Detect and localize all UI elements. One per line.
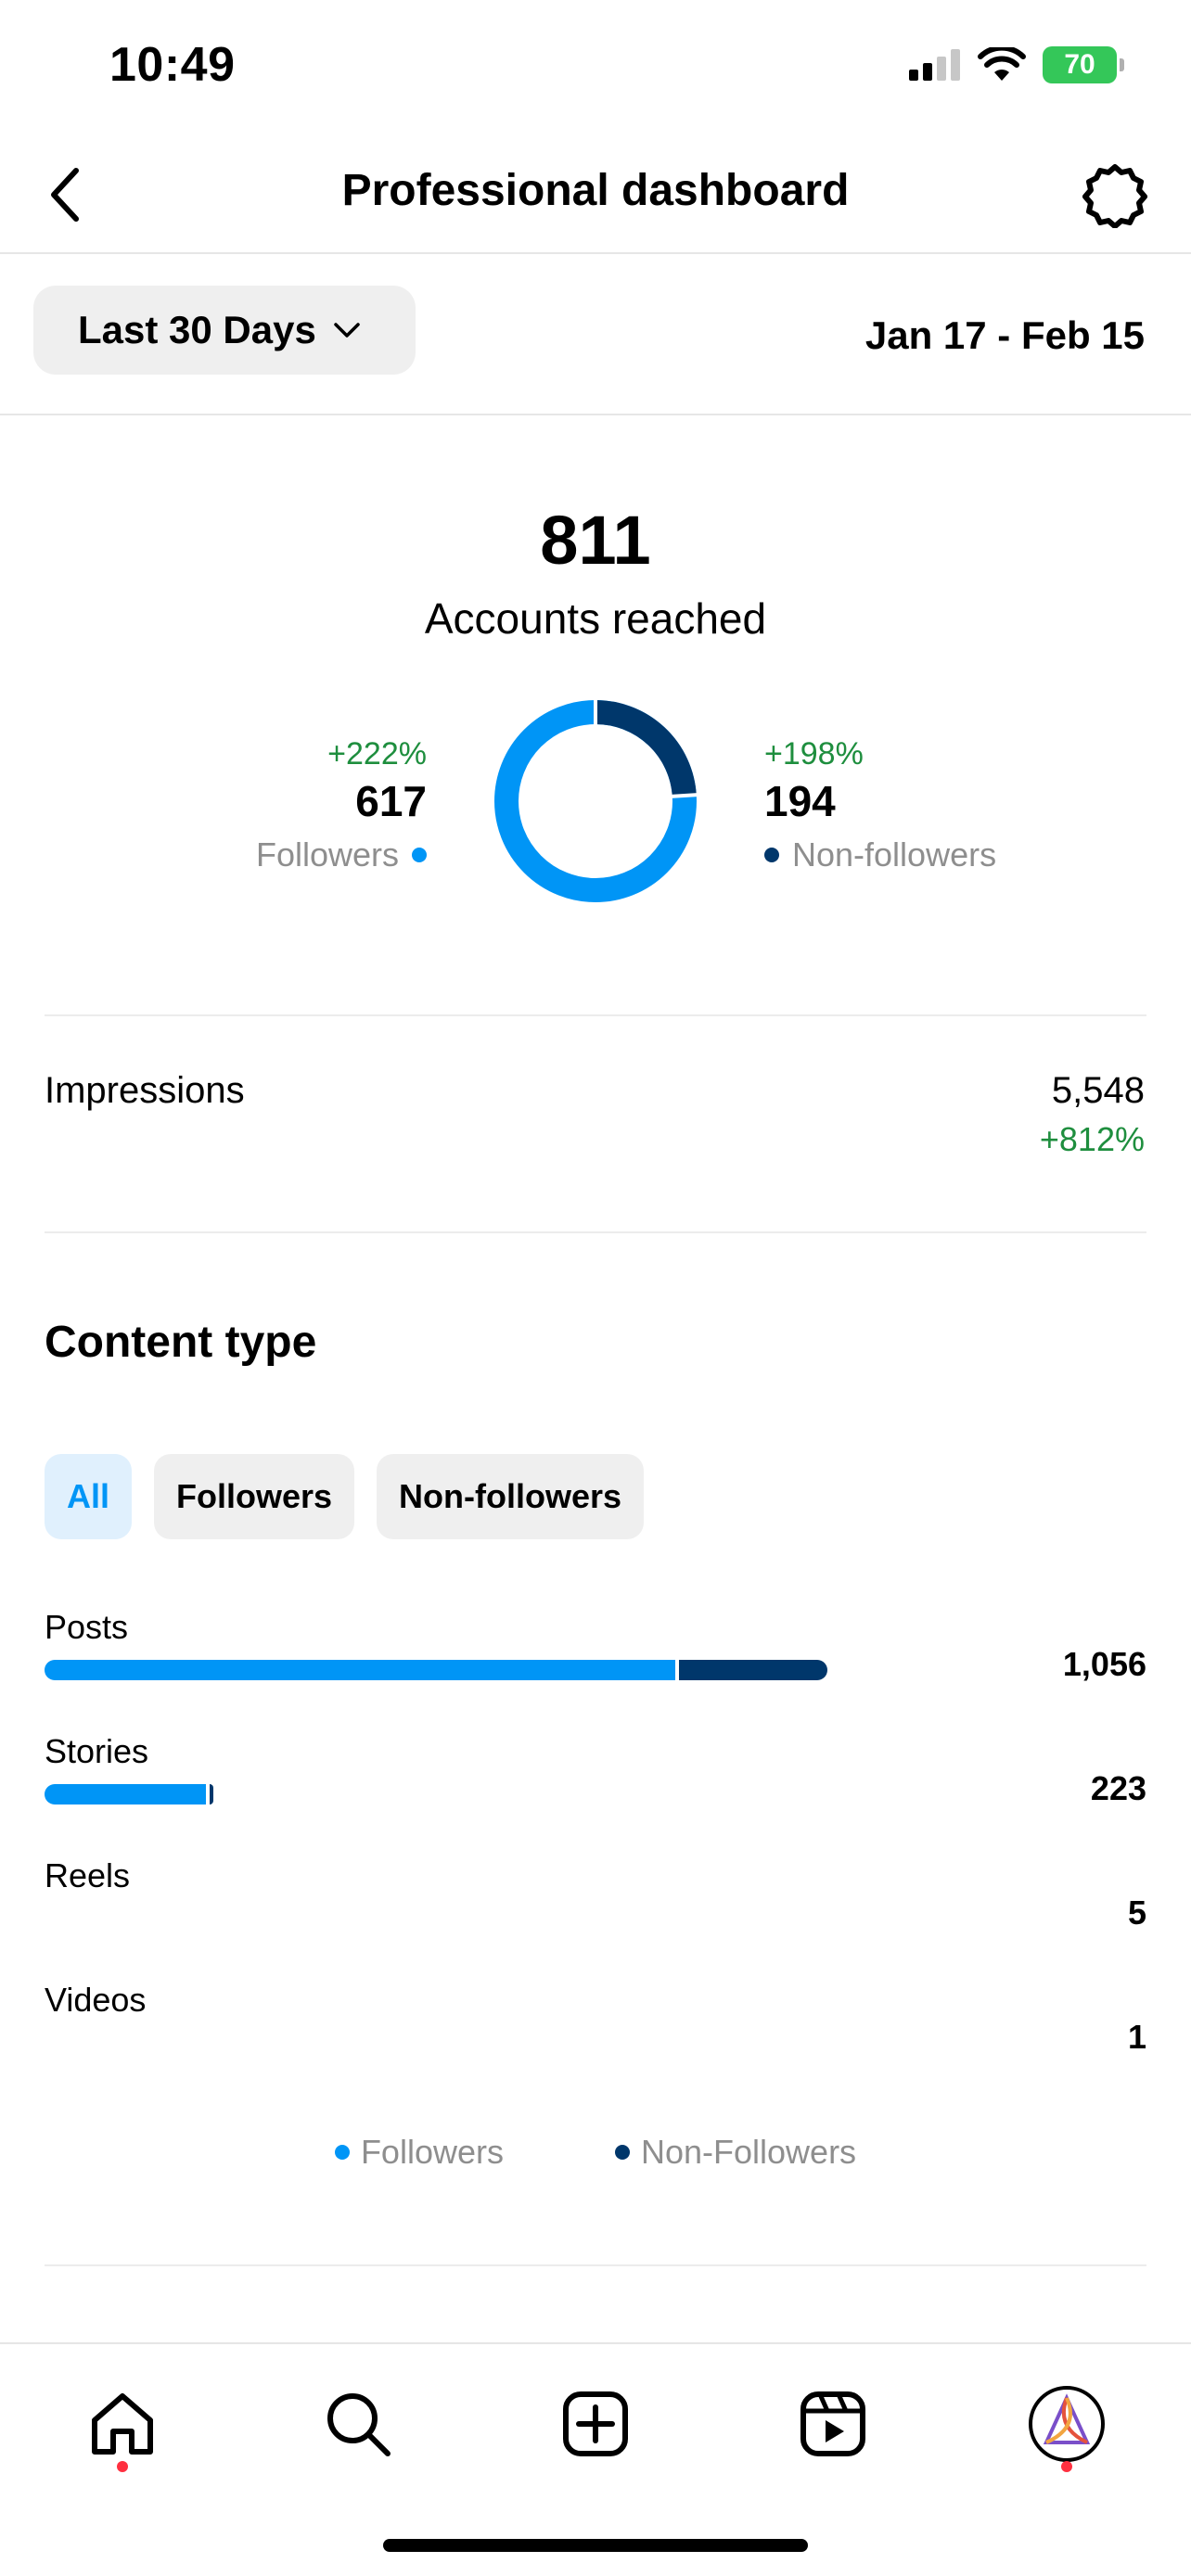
divider xyxy=(45,2264,1146,2266)
home-icon xyxy=(92,2393,153,2455)
legend-non-followers: Non-Followers xyxy=(614,2133,857,2172)
content-row-value: 1,056 xyxy=(1062,1645,1146,1683)
tab-profile[interactable] xyxy=(1020,2378,1113,2470)
accounts-reached-label: Accounts reached xyxy=(424,594,767,643)
content-type-legend: Followers Non-Followers xyxy=(0,2133,1191,2172)
followers-legend: Followers xyxy=(256,835,427,874)
non-followers-value: 194 xyxy=(764,777,836,825)
content-row-stories: Stories 223 xyxy=(45,1732,1146,1843)
non-followers-change: +198% xyxy=(764,736,864,772)
content-row-bar xyxy=(45,1784,213,1804)
reels-icon xyxy=(800,2391,865,2456)
followers-label: Followers xyxy=(255,835,399,874)
reach-donut-chart xyxy=(494,699,698,902)
chip-all[interactable]: All xyxy=(45,1454,133,1539)
content-row-value: 1 xyxy=(1127,2018,1146,2056)
legend-non-followers-dot xyxy=(614,2145,630,2160)
divider xyxy=(45,1014,1146,1016)
tab-search[interactable] xyxy=(312,2378,404,2470)
content-row-label: Reels xyxy=(45,1856,131,1894)
bar-followers-segment xyxy=(45,1784,206,1804)
content-row-posts: Posts 1,056 xyxy=(45,1608,1146,1719)
page-title: Professional dashboard xyxy=(341,166,850,215)
date-range-dropdown-label: Last 30 Days xyxy=(78,308,316,351)
content-row-videos: Videos 1 xyxy=(45,1981,1146,2092)
chip-non-followers[interactable]: Non-followers xyxy=(377,1454,645,1539)
tab-home[interactable] xyxy=(76,2378,169,2470)
non-followers-legend: Non-followers xyxy=(764,835,996,874)
donut-separator xyxy=(671,793,698,798)
settings-button[interactable] xyxy=(1076,156,1154,234)
content-row-label: Stories xyxy=(45,1732,149,1770)
impressions-value: 5,548 xyxy=(1051,1070,1145,1111)
gear-icon xyxy=(1082,164,1147,228)
followers-stat: +222% 617 Followers xyxy=(256,736,427,874)
home-indicator xyxy=(383,2539,808,2552)
non-followers-dot xyxy=(764,848,779,862)
content-type-filter-chips: All Followers Non-followers xyxy=(45,1454,645,1539)
content-type-title: Content type xyxy=(45,1318,317,1367)
battery-level: 70 xyxy=(1064,49,1095,80)
battery-indicator: 70 xyxy=(1043,46,1124,83)
notification-dot xyxy=(117,2461,128,2472)
status-icons: 70 xyxy=(909,46,1124,83)
non-followers-stat: +198% 194 Non-followers xyxy=(764,736,996,874)
content-row-bar xyxy=(45,1660,827,1680)
create-icon xyxy=(563,2391,628,2456)
content-row-label: Videos xyxy=(45,1981,147,2019)
tab-reels[interactable] xyxy=(787,2378,879,2470)
followers-dot xyxy=(412,848,427,862)
cellular-signal-icon xyxy=(909,49,960,81)
impressions-change: +812% xyxy=(1039,1120,1145,1158)
bar-followers-segment xyxy=(45,1660,676,1680)
status-bar: 10:49 70 xyxy=(0,0,1191,130)
accounts-reached-count: 811 xyxy=(540,502,651,579)
followers-value: 617 xyxy=(355,777,427,825)
tab-create[interactable] xyxy=(549,2378,642,2470)
chip-followers[interactable]: Followers xyxy=(154,1454,355,1539)
notification-dot xyxy=(1061,2461,1072,2472)
legend-followers-dot xyxy=(334,2145,350,2160)
donut-non-followers-segment xyxy=(595,700,697,797)
date-range-dropdown[interactable]: Last 30 Days xyxy=(33,286,416,375)
divider xyxy=(45,1231,1146,1233)
followers-change: +222% xyxy=(327,736,427,772)
legend-non-followers-label: Non-Followers xyxy=(640,2133,857,2171)
wifi-icon xyxy=(978,47,1026,81)
date-range-text: Jan 17 - Feb 15 xyxy=(864,313,1145,357)
impressions-label: Impressions xyxy=(45,1070,245,1111)
search-icon xyxy=(327,2393,391,2456)
non-followers-label: Non-followers xyxy=(792,835,997,874)
bar-non-followers-segment xyxy=(209,1784,213,1804)
content-row-value: 5 xyxy=(1127,1894,1146,1932)
filter-row: Last 30 Days Jan 17 - Feb 15 xyxy=(0,256,1191,415)
content-row-label: Posts xyxy=(45,1608,129,1646)
content-row-value: 223 xyxy=(1090,1769,1146,1807)
content-row-reels: Reels 5 xyxy=(45,1856,1146,1968)
chevron-down-icon xyxy=(334,323,360,338)
legend-followers: Followers xyxy=(334,2133,504,2172)
legend-followers-label: Followers xyxy=(360,2133,504,2171)
bar-non-followers-segment xyxy=(679,1660,827,1680)
profile-avatar xyxy=(1029,2386,1105,2462)
header: Professional dashboard xyxy=(0,130,1191,254)
status-time: 10:49 xyxy=(109,38,236,92)
